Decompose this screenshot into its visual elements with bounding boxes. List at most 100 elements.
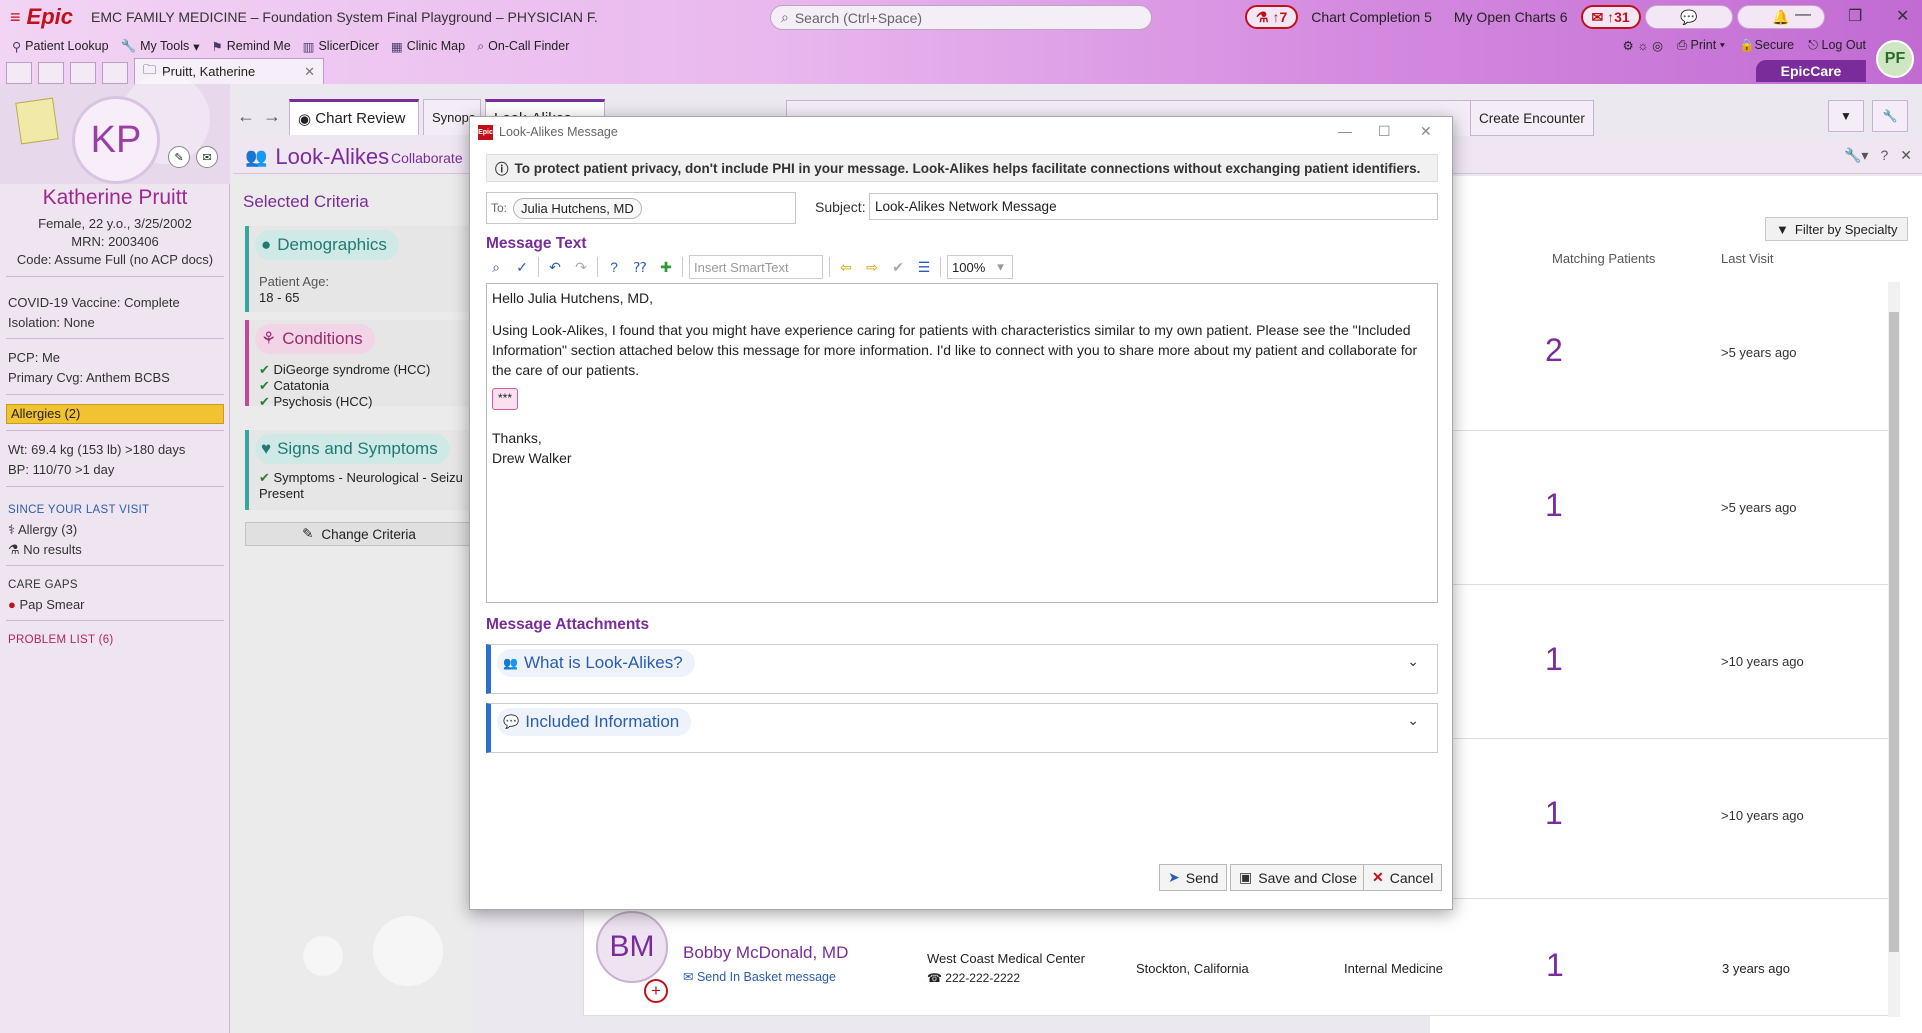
smartlist-icon[interactable]: ⁇ [630,257,650,277]
send-in-basket-link[interactable]: ✉ Send In Basket message [683,969,836,984]
home-tab-icon[interactable] [6,62,32,84]
results-change-item[interactable]: ⚗ No results [8,542,82,558]
save-and-close-button[interactable]: ▣ Save and Close [1230,864,1367,891]
to-field[interactable]: To: Julia Hutchens, MD [486,192,796,224]
restore-icon[interactable]: ❐ [1848,6,1862,26]
last-visit-header[interactable]: Last Visit [1721,251,1774,266]
message-body: Using Look-Alikes, I found that you migh… [492,322,1418,378]
wildcard-placeholder[interactable]: *** [492,388,518,410]
chat-button[interactable]: 💬 [1644,5,1733,29]
notifications-button[interactable]: 🔔 [1736,5,1825,29]
message-body-editor[interactable]: Hello Julia Hutchens, MD, Using Look-Ali… [486,283,1438,603]
zoom-select[interactable]: 100% ▾ [947,255,1013,279]
inbasket-button[interactable]: ✉ ↑31 [1580,5,1641,29]
provider-phone: ☎ 222-222-2222 [927,971,1020,985]
next-wildcard-icon[interactable]: ⇨ [862,257,882,277]
slicerdicer-button[interactable]: ▥ SlicerDicer [303,39,379,54]
customize-button[interactable]: 🔧 [1872,100,1908,132]
smartlink-icon[interactable]: ? [604,257,624,277]
person-icon: ⚲ [12,39,22,54]
insert-smarttext-input[interactable]: Insert SmartText [689,255,823,279]
close-icon[interactable]: ✕ [1900,147,1912,164]
back-arrow-icon[interactable]: ← [237,106,259,128]
filter-by-specialty-button[interactable]: ▼ Filter by Specialty [1765,217,1909,241]
accept-icon[interactable]: ✔ [888,257,908,277]
expand-chevron-icon[interactable]: ⌄ [1407,712,1419,729]
what-is-look-alikes-section[interactable]: 👥 What is Look-Alikes? ⌄ [486,644,1438,694]
matching-count: 1 [1546,947,1564,983]
undo-icon[interactable]: ↶ [545,257,565,277]
chart-completion-count: 5 [1424,9,1432,25]
chart-review-label: Chart Review [315,110,406,127]
remind-me-button[interactable]: ⚑ Remind Me [212,39,291,54]
close-tab-icon[interactable]: ✕ [304,64,315,80]
minimize-icon[interactable]: — [1795,6,1811,24]
previous-wildcard-icon[interactable]: ⇦ [836,257,856,277]
care-gap-item[interactable]: ● Pap Smear [8,597,85,612]
provider-name[interactable]: Bobby McDonald, MD [683,943,848,963]
hamburger-icon[interactable]: ≡ [10,7,21,28]
my-tools-button[interactable]: 🔧 My Tools ▾ [121,39,200,54]
allergies-banner[interactable]: Allergies (2) [6,404,224,424]
problem-list-link[interactable]: PROBLEM LIST (6) [8,634,114,646]
scrollbar-thumb[interactable] [1889,312,1899,952]
maximize-icon[interactable]: ☐ [1378,123,1391,140]
close-icon[interactable]: ✕ [1420,123,1432,140]
schedule-tab-icon[interactable] [38,62,64,84]
inbasket-tab-icon[interactable] [70,62,96,84]
send-button[interactable]: ➤ Send [1159,864,1228,891]
more-tabs-button[interactable]: ▼ [1828,100,1864,132]
expand-chevron-icon[interactable]: ⌄ [1407,653,1419,670]
cancel-button[interactable]: ✕ Cancel [1363,864,1443,891]
user-avatar[interactable]: PF [1876,40,1914,78]
epiccare-badge: EpicCare [1756,60,1866,82]
patient-code-status[interactable]: Code: Assume Full (no ACP docs) [0,252,230,267]
subject-input[interactable] [869,193,1438,220]
patient-photo[interactable]: KP [72,96,160,184]
log-out-button[interactable]: ⎋ Log Out [1808,38,1866,53]
secure-button[interactable]: 🔒Secure [1739,38,1794,53]
close-icon[interactable]: ✕ [1896,6,1909,26]
results-scrollbar[interactable] [1888,282,1900,1017]
matching-patients-header[interactable]: Matching Patients [1552,251,1655,266]
print-button[interactable]: ⎙ Print ▾ [1677,38,1725,53]
patient-name[interactable]: Katherine Pruitt [0,186,230,210]
tab-chart-review[interactable]: ◉ Chart Review [289,99,419,135]
add-icon[interactable]: ✚ [656,257,676,277]
what-is-header[interactable]: 👥 What is Look-Alikes? [497,649,695,677]
on-call-finder-button[interactable]: ⌕ On-Call Finder [477,39,569,54]
provider-row[interactable]: BM + Bobby McDonald, MD ✉ Send In Basket… [583,898,1893,1016]
clinic-map-button[interactable]: ▦ Clinic Map [391,39,465,54]
check-icon: ✔ [259,362,274,377]
toolbar-icon-group[interactable]: ⚙ ☼ ◎ [1623,38,1664,53]
global-search-input[interactable]: ⌕ Search (Ctrl+Space) [770,5,1152,30]
open-charts-button[interactable]: My Open Charts 6 [1445,5,1577,29]
print-label: Print [1690,37,1717,52]
pencil-icon: ✎ [302,526,314,541]
epic-logo[interactable]: Epic [27,4,73,30]
media-icon[interactable]: ✉ [196,146,218,168]
help-icon[interactable]: ? [1880,147,1888,164]
patient-lookup-button[interactable]: ⚲ Patient Lookup [12,39,109,54]
included-information-section[interactable]: 💬 Included Information ⌄ [486,703,1438,753]
allergy-change-item[interactable]: ⚕ Allergy (3) [8,522,77,538]
look-alikes-tools: 🔧▾ ? ✕ [1844,147,1912,164]
included-header[interactable]: 💬 Included Information [497,708,692,736]
spellcheck-icon[interactable]: ✓ [512,257,532,277]
edit-photo-icon[interactable]: ✎ [168,146,190,168]
forward-arrow-icon[interactable]: → [263,106,285,128]
redo-icon[interactable]: ↷ [571,257,591,277]
row-divider [1440,584,1888,585]
recipient-chip[interactable]: Julia Hutchens, MD [513,197,642,219]
add-icon[interactable]: + [644,979,668,1003]
minimize-icon[interactable]: — [1338,123,1352,139]
find-icon[interactable]: ⌕ [486,257,506,277]
sticky-note-icon[interactable] [15,97,59,145]
change-criteria-button[interactable]: ✎ Change Criteria [245,522,473,546]
hospital-tab-icon[interactable] [102,62,128,84]
insert-list-icon[interactable]: ☰ [914,257,934,277]
lab-results-button[interactable]: ⚗ ↑7 [1245,5,1299,29]
wrench-icon[interactable]: 🔧▾ [1844,147,1868,164]
chart-completion-button[interactable]: Chart Completion 5 [1302,5,1441,29]
tab-create-encounter[interactable]: Create Encounter [1470,100,1594,136]
